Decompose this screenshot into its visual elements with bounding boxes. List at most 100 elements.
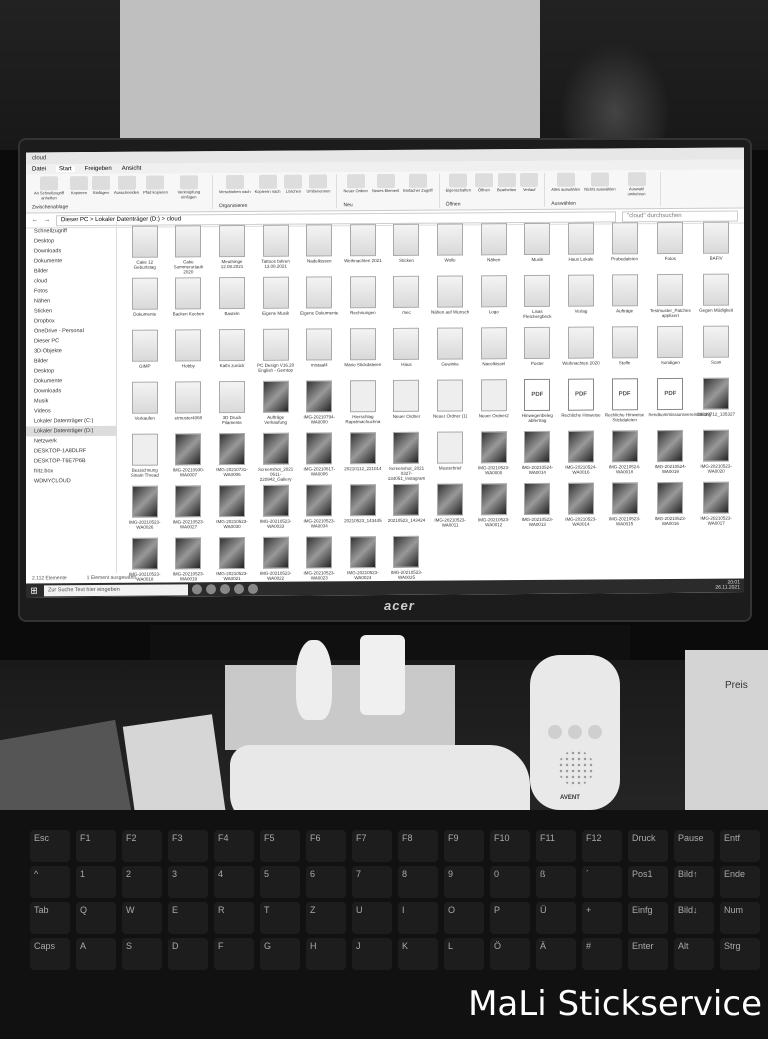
explorer-icon[interactable] bbox=[220, 584, 230, 595]
nav-item[interactable]: cloud bbox=[26, 276, 116, 287]
file-item[interactable]: Aufträge bbox=[605, 274, 645, 326]
keyboard-key[interactable]: ^ bbox=[30, 866, 70, 898]
file-item[interactable]: Nadelkissen bbox=[299, 224, 339, 276]
nav-item[interactable]: Downloads bbox=[26, 386, 116, 397]
file-item[interactable]: IMG-20210523-WA0011 bbox=[430, 483, 470, 535]
ribbon-button[interactable]: Verknüpfung einfügen bbox=[172, 175, 206, 199]
file-item[interactable]: Screenshot_2021 0327-134051_Instagram bbox=[387, 431, 427, 484]
file-item[interactable]: Neuer Ordner2 bbox=[474, 379, 514, 431]
keyboard-key[interactable]: + bbox=[582, 902, 622, 934]
file-item[interactable]: IMG-20210523-WA0000 bbox=[474, 431, 514, 483]
file-item[interactable]: IMG-20210523-WA0012 bbox=[474, 483, 514, 535]
file-item[interactable]: Meuthinge 12.08.2021 bbox=[212, 224, 252, 277]
ribbon-button[interactable]: Kopieren nach bbox=[255, 174, 280, 194]
taskbar-clock[interactable]: 20:01 26.11.2021 bbox=[715, 579, 740, 591]
ribbon-button[interactable]: An Schnellzugriff anheften bbox=[32, 176, 66, 200]
file-item[interactable]: IMG-20210523-WA0030 bbox=[212, 484, 252, 537]
ribbon-button[interactable]: Löschen bbox=[284, 174, 303, 194]
file-item[interactable]: IMG-20210523-WA0017 bbox=[696, 481, 736, 534]
file-item[interactable]: IMG-20210930-WA0007 bbox=[169, 433, 209, 485]
file-item[interactable]: Neuer Ordner bbox=[387, 379, 427, 432]
keyboard-key[interactable]: F8 bbox=[398, 830, 438, 862]
file-item[interactable]: Nähen bbox=[474, 223, 514, 275]
keyboard-key[interactable]: F1 bbox=[76, 830, 116, 862]
keyboard-key[interactable]: J bbox=[352, 938, 392, 970]
taskbar-search-input[interactable]: Zur Suche Text hier eingeben bbox=[44, 583, 188, 596]
keyboard-key[interactable]: 7 bbox=[352, 866, 392, 898]
file-item[interactable]: Mario Stickdateien bbox=[343, 328, 383, 380]
keyboard-key[interactable]: W bbox=[122, 902, 162, 934]
file-item[interactable]: Haus bbox=[387, 327, 427, 380]
ribbon-button[interactable]: Einfacher Zugriff bbox=[403, 173, 433, 193]
file-item[interactable]: IMG-20210523-WA0015 bbox=[605, 482, 645, 534]
keyboard-key[interactable]: H bbox=[306, 938, 346, 970]
nav-item[interactable]: Dokumente bbox=[26, 256, 116, 267]
nav-item[interactable]: DESKTOP-T6E7P6B bbox=[26, 456, 116, 467]
chrome-icon[interactable] bbox=[234, 583, 244, 595]
keyboard-key[interactable]: ´ bbox=[582, 866, 622, 898]
nav-item[interactable]: Nähen bbox=[26, 296, 116, 307]
task-view-icon[interactable] bbox=[192, 584, 202, 595]
file-item[interactable]: IMG-20210523-WA0013 bbox=[518, 482, 558, 535]
file-item[interactable]: IMG-20210523-WA0033 bbox=[256, 484, 296, 537]
keyboard-key[interactable]: Caps bbox=[30, 938, 70, 970]
nav-item[interactable]: Fotos bbox=[26, 286, 116, 297]
file-item[interactable]: Fotos bbox=[648, 221, 692, 274]
file-item[interactable]: IMG-20210523-WA0016 bbox=[648, 481, 692, 534]
file-item[interactable]: Hobby bbox=[169, 329, 209, 381]
keyboard-key[interactable]: Num bbox=[720, 902, 760, 934]
nav-item[interactable]: Downloads bbox=[26, 246, 116, 257]
keyboard-key[interactable]: 6 bbox=[306, 866, 346, 898]
file-item[interactable]: IMG-20210524-WA0019 bbox=[648, 429, 692, 482]
keyboard-key[interactable]: Enter bbox=[628, 938, 668, 970]
file-item[interactable]: Rechnungen bbox=[343, 276, 383, 328]
ribbon-tab[interactable]: Freigeben bbox=[85, 166, 112, 172]
file-item[interactable]: IMG-20210524-WA0018 bbox=[605, 430, 645, 482]
keyboard-key[interactable]: L bbox=[444, 938, 484, 970]
file-item[interactable]: Hierschlag Rapelmachuchna bbox=[343, 380, 383, 432]
file-item[interactable]: IMG-20210794-WA0000 bbox=[299, 380, 339, 432]
file-item[interactable]: Gewinke bbox=[430, 327, 470, 379]
keyboard-key[interactable]: 0 bbox=[490, 866, 530, 898]
keyboard-key[interactable]: Entf bbox=[720, 830, 760, 862]
keyboard-key[interactable]: F6 bbox=[306, 830, 346, 862]
keyboard-key[interactable]: Bild↑ bbox=[674, 866, 714, 898]
keyboard-key[interactable]: D bbox=[168, 938, 208, 970]
keyboard-key[interactable]: Bild↓ bbox=[674, 902, 714, 934]
nav-item[interactable]: OneDrive - Personal bbox=[26, 326, 116, 337]
nav-item[interactable]: fritz.box bbox=[26, 466, 116, 477]
edge-icon[interactable] bbox=[206, 584, 216, 595]
file-item[interactable]: Backen Kochen bbox=[169, 277, 209, 329]
ribbon-button[interactable]: Eigenschaften bbox=[446, 173, 471, 193]
keyboard-key[interactable]: F7 bbox=[352, 830, 392, 862]
keyboard-key[interactable]: 9 bbox=[444, 866, 484, 898]
file-item[interactable]: Eigene Dokumente bbox=[299, 276, 339, 328]
keyboard-key[interactable]: Ende bbox=[720, 866, 760, 898]
keyboard-key[interactable]: Druck bbox=[628, 830, 668, 862]
nav-item[interactable]: Desktop bbox=[26, 236, 116, 247]
file-item[interactable]: Weihnachten 2021 bbox=[343, 224, 383, 276]
file-item[interactable]: IMG-20210523-WA0026 bbox=[125, 485, 165, 538]
nav-item[interactable]: Lokaler Datenträger (D:) bbox=[26, 425, 116, 437]
file-item[interactable]: PDF Rechliche Hinweise bbox=[561, 378, 601, 430]
file-item[interactable]: Cake Sommerurlaub 2020 bbox=[169, 225, 209, 277]
nav-item[interactable]: Dokumente bbox=[26, 376, 116, 387]
ribbon-button[interactable]: Umbenennen bbox=[306, 174, 330, 194]
nav-item[interactable]: Schnellzugriff bbox=[26, 226, 116, 237]
windows-start-icon[interactable]: ⊞ bbox=[28, 584, 40, 596]
file-item[interactable]: Sondigen bbox=[648, 325, 692, 378]
file-item[interactable]: 20210523_143424 bbox=[387, 483, 427, 536]
file-item[interactable]: BAFIV bbox=[696, 221, 736, 274]
file-item[interactable]: Poster bbox=[518, 326, 558, 379]
app-icon[interactable] bbox=[248, 583, 258, 594]
file-item[interactable]: IMG-20210524-WA0014 bbox=[518, 430, 558, 483]
keyboard-key[interactable]: 5 bbox=[260, 866, 300, 898]
nav-item[interactable]: Videos bbox=[26, 406, 116, 417]
keyboard-key[interactable]: G bbox=[260, 938, 300, 970]
file-item[interactable]: Bezeichnung Sinam Thread bbox=[125, 433, 165, 486]
ribbon-button[interactable]: Bearbeiten bbox=[497, 173, 516, 192]
file-item[interactable]: Neuer Ordner (1) bbox=[430, 379, 470, 431]
file-item[interactable]: etmuster4068 bbox=[169, 381, 209, 433]
file-item[interactable]: Scan bbox=[696, 325, 736, 378]
ribbon-button[interactable]: Alles auswählen bbox=[551, 172, 580, 197]
